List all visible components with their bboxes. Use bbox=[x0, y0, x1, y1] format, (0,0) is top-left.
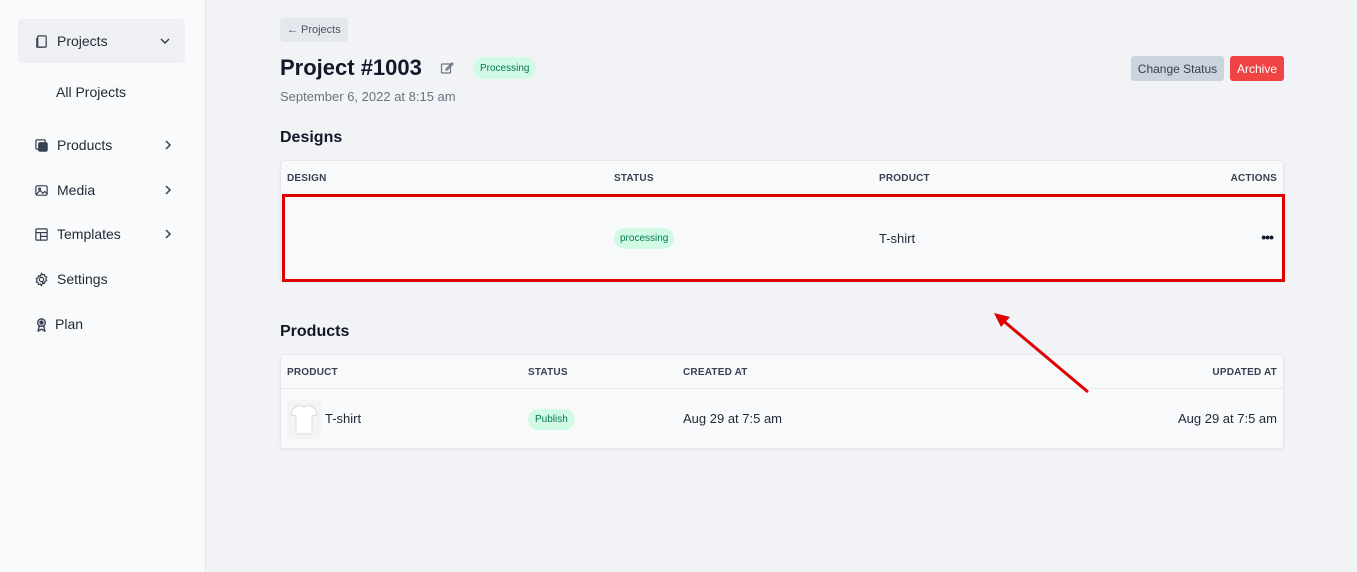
chevron-right-icon bbox=[162, 228, 174, 240]
sidebar-item-label: Settings bbox=[57, 271, 108, 287]
column-header: UPDATED AT bbox=[1212, 367, 1277, 378]
page-title: Project #1003 bbox=[280, 55, 422, 80]
product-name[interactable]: T-shirt bbox=[325, 411, 361, 426]
app: Projects All Projects Products Media Tem… bbox=[0, 0, 1357, 572]
column-header: PRODUCT bbox=[287, 367, 338, 378]
sidebar-item-label: Products bbox=[57, 137, 113, 153]
arrow-left-icon: ← bbox=[287, 24, 298, 36]
sidebar-item-plan[interactable]: Plan bbox=[34, 313, 174, 335]
annotation-arrow bbox=[994, 313, 1089, 394]
table-header: DESIGN STATUS PRODUCT ACTIONS bbox=[281, 161, 1283, 195]
sidebar-item-settings[interactable]: Settings bbox=[34, 268, 174, 290]
award-icon bbox=[34, 317, 49, 332]
sidebar-subitem-all-projects[interactable]: All Projects bbox=[56, 84, 126, 100]
status-badge: Processing bbox=[473, 57, 537, 79]
back-button-label: Projects bbox=[301, 24, 341, 36]
change-status-button[interactable]: Change Status bbox=[1131, 56, 1224, 81]
project-date: September 6, 2022 at 8:15 am bbox=[280, 89, 456, 104]
projects-icon bbox=[34, 34, 49, 49]
table-row[interactable]: processing T-shirt ••• bbox=[281, 195, 1283, 281]
column-header: PRODUCT bbox=[879, 173, 930, 184]
media-icon bbox=[34, 183, 49, 198]
chevron-right-icon bbox=[162, 184, 174, 196]
products-heading: Products bbox=[280, 323, 350, 340]
sidebar-item-label: Projects bbox=[57, 33, 108, 49]
product-cell: T-shirt bbox=[879, 231, 916, 246]
sidebar-item-templates[interactable]: Templates bbox=[34, 223, 174, 245]
chevron-down-icon bbox=[159, 35, 171, 47]
products-table: PRODUCT STATUS CREATED AT UPDATED AT T-s… bbox=[280, 354, 1284, 449]
designs-table: DESIGN STATUS PRODUCT ACTIONS processing… bbox=[280, 160, 1284, 282]
back-button[interactable]: ← Projects bbox=[280, 18, 348, 42]
designs-heading: Designs bbox=[280, 129, 343, 146]
column-header: STATUS bbox=[614, 173, 654, 184]
product-thumbnail bbox=[287, 399, 321, 439]
archive-button[interactable]: Archive bbox=[1230, 56, 1284, 81]
sidebar-item-label: Media bbox=[57, 182, 96, 198]
main-content: ← Projects Project #1003 Processing Sept… bbox=[206, 0, 1357, 572]
status-badge: Publish bbox=[528, 409, 575, 430]
sidebar-item-label: Plan bbox=[55, 316, 84, 332]
column-header: STATUS bbox=[528, 367, 568, 378]
column-header: CREATED AT bbox=[683, 367, 748, 378]
sidebar-item-products[interactable]: Products bbox=[34, 134, 174, 156]
edit-icon[interactable] bbox=[440, 61, 454, 75]
sidebar-item-media[interactable]: Media bbox=[34, 179, 174, 201]
more-actions-icon[interactable]: ••• bbox=[1261, 229, 1274, 245]
column-header: ACTIONS bbox=[1230, 173, 1277, 184]
created-at-cell: Aug 29 at 7:5 am bbox=[683, 411, 783, 426]
status-badge: processing bbox=[614, 228, 675, 249]
table-row[interactable]: T-shirt Publish Aug 29 at 7:5 am Aug 29 … bbox=[281, 389, 1283, 449]
sidebar-item-projects[interactable]: Projects bbox=[18, 19, 185, 63]
templates-icon bbox=[34, 227, 49, 242]
tshirt-icon bbox=[290, 404, 318, 435]
products-icon bbox=[34, 138, 49, 153]
column-header: DESIGN bbox=[287, 173, 327, 184]
sidebar-item-label: Templates bbox=[57, 226, 121, 242]
table-header: PRODUCT STATUS CREATED AT UPDATED AT bbox=[281, 355, 1283, 389]
gear-icon bbox=[34, 271, 49, 287]
sidebar: Projects All Projects Products Media Tem… bbox=[0, 0, 206, 572]
updated-at-cell: Aug 29 at 7:5 am bbox=[1177, 411, 1277, 426]
chevron-right-icon bbox=[162, 139, 174, 151]
